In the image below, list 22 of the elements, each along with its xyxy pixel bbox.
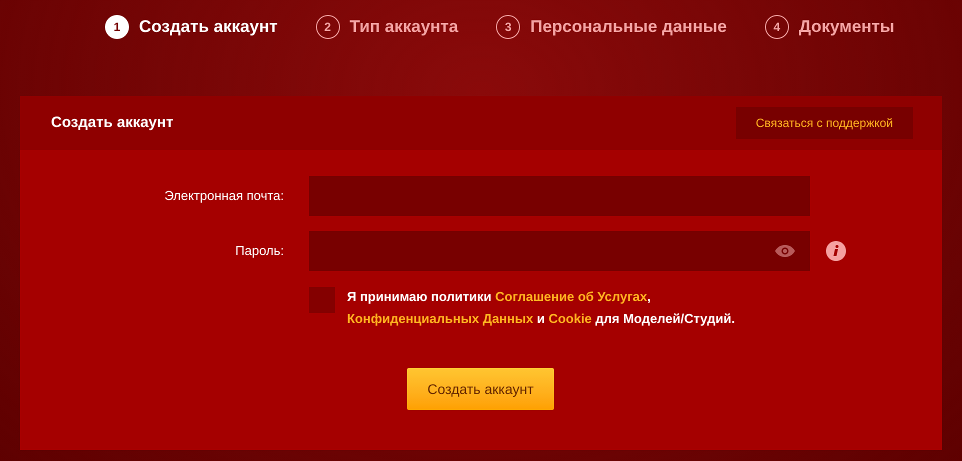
step-label: Тип аккаунта (350, 16, 458, 38)
terms-link[interactable]: Cookie (548, 311, 592, 326)
field-label: Электронная почта: (163, 187, 284, 206)
step-number: 3 (496, 14, 520, 39)
step-label: Документы (798, 16, 894, 38)
email-field[interactable] (309, 176, 810, 216)
terms-text: Я принимаю политики Соглашение об Услугах, Конфиденциальных Данных и Cookie для Моделей/Студий. (347, 288, 736, 328)
step-number: 4 (764, 14, 789, 39)
info-icon[interactable] (826, 241, 846, 261)
step-label: Создать аккаунт (139, 16, 278, 38)
terms-link[interactable]: Конфиденциальных Данных (347, 311, 534, 326)
create-account-button[interactable]: Создать аккаунт (407, 368, 554, 410)
password-field[interactable] (309, 231, 810, 271)
step-label: Персональные данные (530, 16, 727, 38)
eye-icon[interactable] (774, 244, 796, 258)
terms-link[interactable]: Соглашение об Услугах (495, 289, 648, 304)
terms-checkbox[interactable] (309, 287, 335, 313)
step-number: 1 (105, 14, 129, 39)
support-button[interactable]: Связаться с поддержкой (736, 107, 913, 139)
card-title: Создать аккаунт (51, 112, 174, 133)
field-label: Пароль: (234, 242, 284, 260)
step-number: 2 (316, 14, 340, 39)
